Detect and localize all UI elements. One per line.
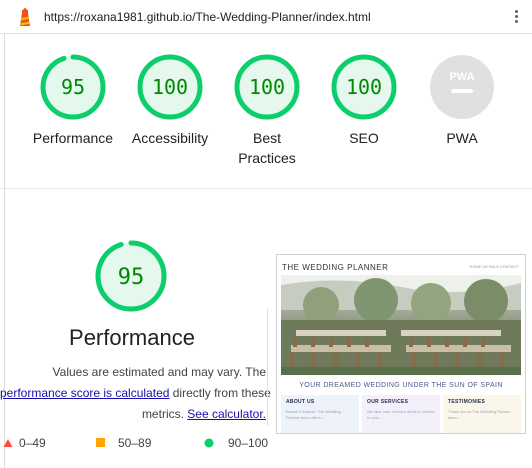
desc-line-2: directly from these [169, 386, 271, 400]
tools-menu-icon[interactable] [513, 8, 519, 26]
see-calculator-link[interactable]: See calculator. [187, 407, 266, 421]
score-calculated-link[interactable]: performance score is calculated [0, 386, 169, 400]
thumb-testimonies: TESTIMONIES Thank you to The Wedding Pla… [443, 395, 521, 433]
gauge-label: PWA [446, 130, 478, 146]
thumb-testimonies-title: TESTIMONIES [448, 399, 486, 405]
gauge-score: 95 [61, 75, 85, 99]
desc-line-3: metrics. [141, 407, 188, 421]
legend-pass-label: 90–100 [228, 436, 269, 450]
legend-average: 50–89 [96, 436, 151, 450]
gauge-score: 100 [152, 75, 188, 99]
performance-title: Performance [69, 325, 195, 350]
gauge-label: Accessibility [131, 130, 209, 146]
thumb-about-text: Based in Madrid, The Wedding Planner tea… [286, 409, 341, 420]
circle-icon [204, 438, 214, 448]
thumb-about: ABOUT US Based in Madrid, The Wedding Pl… [281, 395, 359, 433]
performance-gauge: 95 [95, 240, 167, 312]
gauge-label: Best Practices [238, 130, 296, 166]
category-gauge-best-practices[interactable]: 100 Best Practices [212, 54, 322, 168]
thumb-services: OUR SERVICES We take care of every detai… [362, 395, 440, 433]
gauge-ring: 100 [137, 54, 203, 120]
pwa-dash-icon [451, 89, 473, 93]
report-url[interactable]: https://roxana1981.github.io/The-Wedding… [44, 10, 371, 24]
gauge-score: 100 [249, 75, 285, 99]
wedding-scene-icon [281, 275, 521, 375]
wedding-hero-image [281, 275, 521, 375]
score-legend: 0–49 50–89 90–100 [0, 436, 290, 454]
triangle-icon [3, 439, 13, 447]
thumb-nav: HOME DETAILS CONTACT [469, 264, 519, 269]
gauge-score: 100 [346, 75, 382, 99]
performance-description: Values are estimated and may vary. The p… [0, 362, 271, 425]
desc-line-1: Values are estimated and may vary. The [52, 365, 266, 379]
thumb-header: THE WEDDING PLANNER HOME DETAILS CONTACT [277, 255, 525, 273]
gauge-label: SEO [349, 130, 379, 146]
thumb-about-title: ABOUT US [286, 399, 315, 405]
gauge-ring: 100 [331, 54, 397, 120]
category-summary: 95 Performance 100 Accessibility 100 Best Prac… [0, 34, 532, 189]
gauge-label: Performance [32, 130, 114, 146]
divider [267, 308, 268, 426]
gauge-ring: 100 [234, 54, 300, 120]
legend-pass: 90–100 [204, 436, 268, 450]
legend-average-label: 50–89 [118, 436, 152, 450]
thumb-testimonies-text: Thank you to The Wedding Planner team ..… [448, 409, 511, 420]
final-screenshot-thumbnail[interactable]: THE WEDDING PLANNER HOME DETAILS CONTACT [276, 254, 526, 434]
gauge-ring: PWA [430, 55, 494, 119]
thumb-services-title: OUR SERVICES [367, 399, 409, 405]
lighthouse-logo-icon [20, 7, 30, 26]
category-gauge-seo[interactable]: 100 SEO [309, 54, 419, 148]
pwa-badge-text: PWA [449, 71, 474, 83]
performance-score: 95 [118, 265, 145, 290]
gauge-ring: 95 [40, 54, 106, 120]
category-gauge-accessibility[interactable]: 100 Accessibility [115, 54, 225, 148]
report-url-bar: https://roxana1981.github.io/The-Wedding… [0, 0, 532, 34]
category-gauge-performance[interactable]: 95 Performance [18, 54, 128, 148]
performance-detail: 95 Performance Values are estimated and … [0, 189, 532, 468]
legend-fail: 0–49 [3, 436, 46, 450]
thumb-tagline: YOUR DREAMED WEDDING UNDER THE SUN OF SP… [299, 382, 503, 389]
square-icon [96, 438, 105, 447]
legend-fail-label: 0–49 [19, 436, 46, 450]
thumb-brand: THE WEDDING PLANNER [282, 263, 389, 272]
category-gauge-pwa[interactable]: PWA PWA [407, 54, 517, 148]
thumb-services-text: We take care of every detail in relation… [367, 409, 435, 420]
